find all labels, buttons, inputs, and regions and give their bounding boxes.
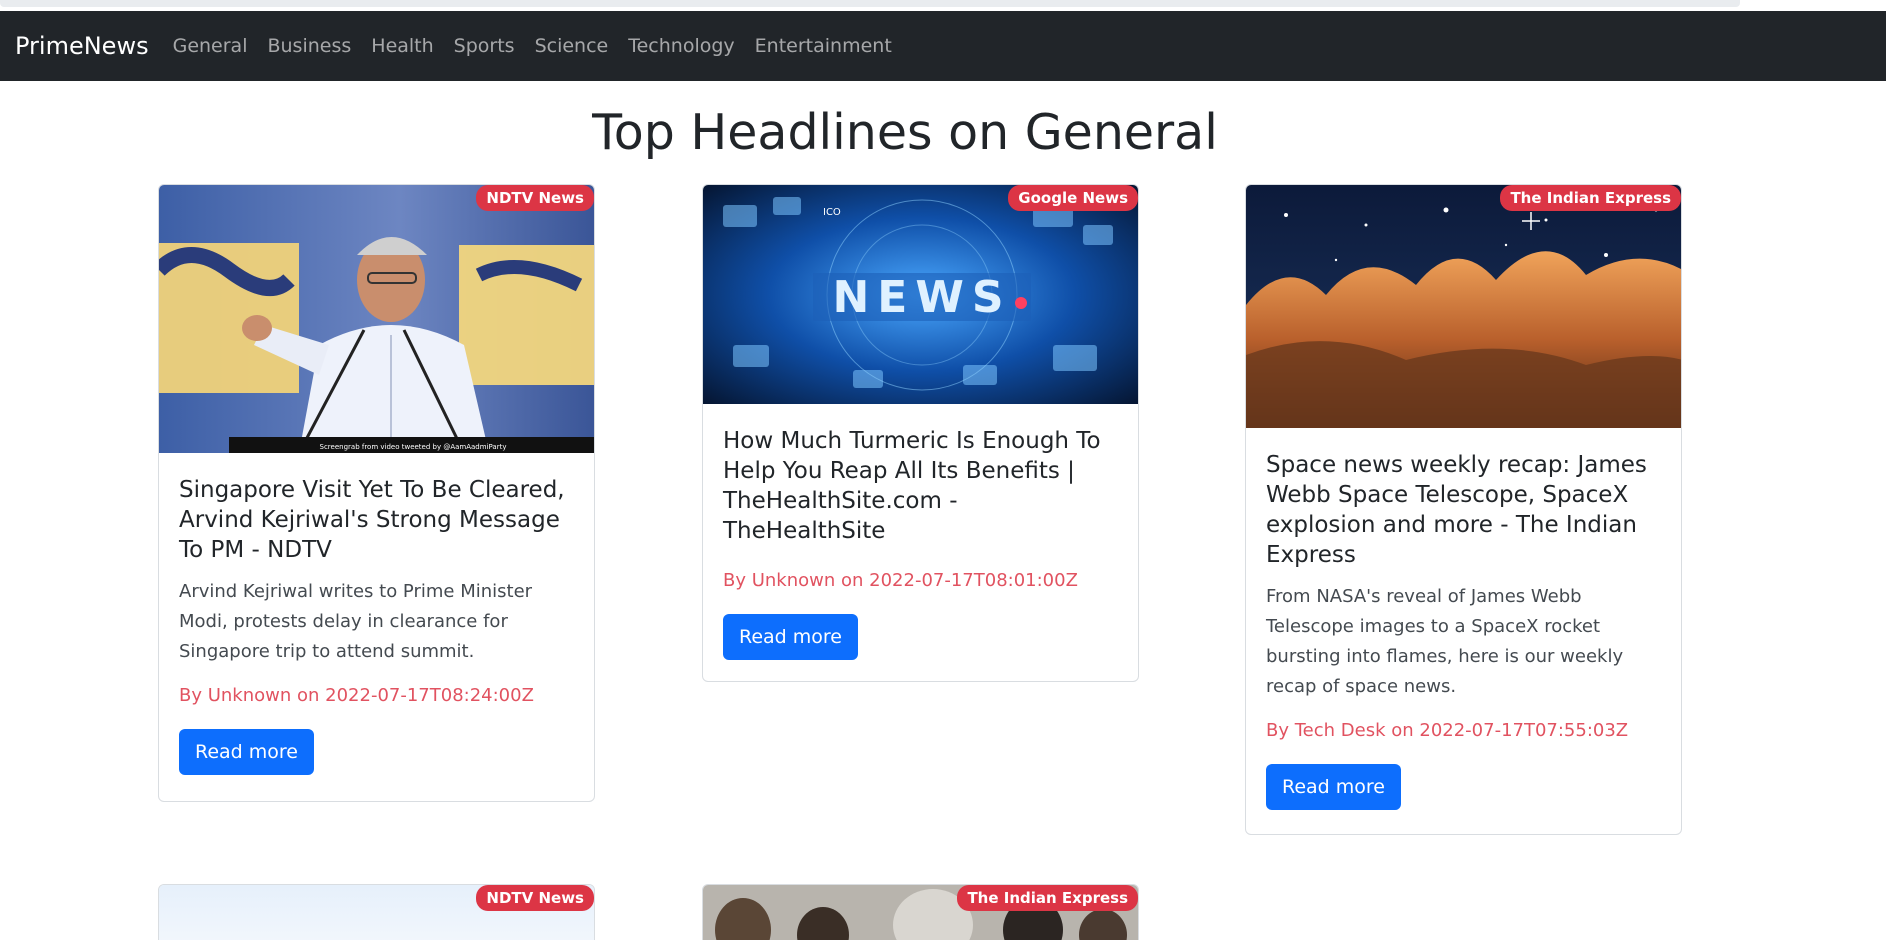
news-image: Screengrab from video tweeted by @AamAad… xyxy=(159,185,594,453)
news-image-small-text: ICO xyxy=(823,207,841,218)
politician-speech-photo: Screengrab from video tweeted by @AamAad… xyxy=(159,185,594,453)
nav-links: General Business Health Sports Science T… xyxy=(163,35,902,57)
navbar: PrimeNews General Business Health Sports… xyxy=(0,11,1886,81)
article-meta: By Unknown on 2022-07-17T08:01:00Z xyxy=(723,570,1078,591)
article-description: From NASA's reveal of James Webb Telesco… xyxy=(1266,586,1624,697)
article-title: Space news weekly recap: James Webb Spac… xyxy=(1266,452,1647,568)
news-card: The Indian Express Space news weekly rec… xyxy=(1245,184,1682,835)
horizontal-scrollbar[interactable] xyxy=(0,0,1740,7)
read-more-button[interactable]: Read more xyxy=(723,614,858,660)
nav-link-technology[interactable]: Technology xyxy=(618,35,744,57)
article-meta: By Unknown on 2022-07-17T08:24:00Z xyxy=(179,685,534,706)
news-graphic-image: NEWS ICO xyxy=(703,185,1138,404)
card-body: Singapore Visit Yet To Be Cleared, Arvin… xyxy=(159,453,594,795)
nav-link-general[interactable]: General xyxy=(163,35,258,57)
source-badge: NDTV News xyxy=(476,185,594,211)
news-card: NEWS ICO Google News How Much Turmeric I… xyxy=(702,184,1139,682)
source-badge: NDTV News xyxy=(476,885,594,911)
article-meta: By Tech Desk on 2022-07-17T07:55:03Z xyxy=(1266,720,1629,741)
news-card: NDTV News xyxy=(158,884,595,940)
browser-scroll-strip xyxy=(0,0,1886,11)
read-more-button[interactable]: Read more xyxy=(1266,764,1401,810)
article-description: Arvind Kejriwal writes to Prime Minister… xyxy=(179,581,533,662)
nav-link-entertainment[interactable]: Entertainment xyxy=(745,35,902,57)
page-heading: Top Headlines on General xyxy=(592,104,1218,161)
news-image: The Indian Express xyxy=(1246,185,1681,428)
news-image: NDTV News xyxy=(159,885,594,940)
nav-link-sports[interactable]: Sports xyxy=(444,35,525,57)
card-body: How Much Turmeric Is Enough To Help You … xyxy=(703,404,1138,680)
nav-link-business[interactable]: Business xyxy=(257,35,361,57)
nebula-photo xyxy=(1246,185,1681,428)
news-image: NEWS ICO Google News xyxy=(703,185,1138,404)
nav-link-science[interactable]: Science xyxy=(525,35,619,57)
source-badge: The Indian Express xyxy=(957,885,1138,911)
news-card: Screengrab from video tweeted by @AamAad… xyxy=(158,184,595,802)
source-badge: The Indian Express xyxy=(1500,185,1681,211)
article-title: Singapore Visit Yet To Be Cleared, Arvin… xyxy=(179,477,565,563)
news-card: The Indian Express xyxy=(702,884,1139,940)
news-image-text: NEWS xyxy=(832,272,1011,323)
brand-link[interactable]: PrimeNews xyxy=(15,32,149,60)
read-more-button[interactable]: Read more xyxy=(179,729,314,775)
news-image: The Indian Express xyxy=(703,885,1138,940)
nav-link-health[interactable]: Health xyxy=(361,35,443,57)
card-body: Space news weekly recap: James Webb Spac… xyxy=(1246,428,1681,830)
source-badge: Google News xyxy=(1008,185,1138,211)
image-caption: Screengrab from video tweeted by @AamAad… xyxy=(320,443,507,451)
article-title: How Much Turmeric Is Enough To Help You … xyxy=(723,428,1101,544)
